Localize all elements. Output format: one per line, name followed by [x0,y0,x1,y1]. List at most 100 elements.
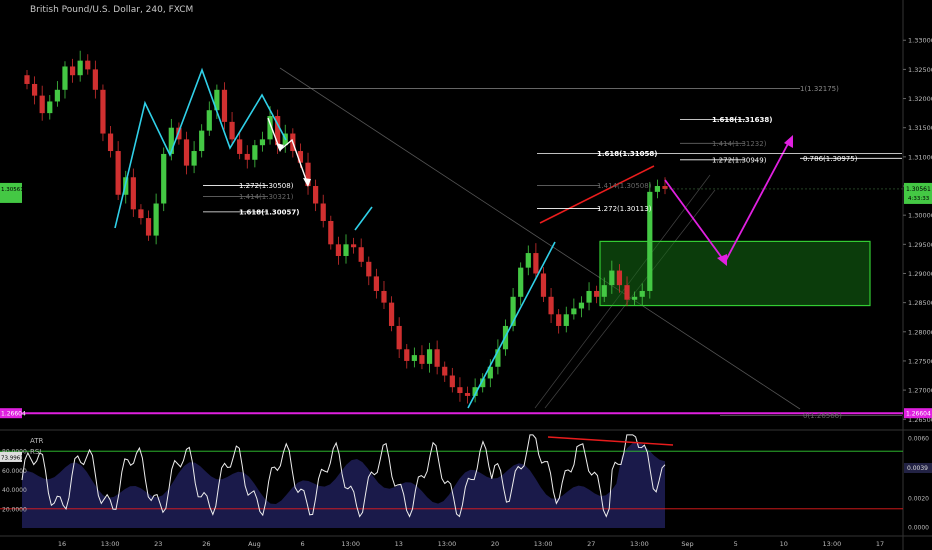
fib-level-label: 0.786(1.30975) [803,155,858,163]
atr-tick-label: 0.0020 [908,496,929,503]
time-tick-label: 13:00 [534,540,553,548]
price-tick-label: 1.27000 [908,387,932,395]
time-tick-label: 13:00 [438,540,457,548]
price-tick-label: 1.32500 [908,66,932,74]
candle-body [449,375,455,388]
candle-body [594,290,600,297]
candle-body [373,276,379,291]
fib-level-label: 1.618(1.30057) [239,208,299,216]
candle-body [586,290,592,303]
candle-body [320,203,326,221]
atr-tick-label: 0.0000 [908,525,929,532]
time-tick-label: 13:00 [101,540,120,548]
candle-body [366,261,372,277]
candle-body [563,314,569,326]
fib-level-label: 1.414(1.30321) [239,193,294,201]
price-tick-label: 1.33000 [908,37,932,45]
candle-body [396,325,402,350]
candle-body [616,270,623,286]
time-tick-label: 23 [154,540,162,548]
candle-body [47,101,53,114]
candle-body [609,270,615,286]
rsi-value-label: 73.9961 [1,455,24,461]
fib-level-label: 1.414(1.30508) [597,182,652,190]
candle-body [237,139,243,154]
candle-body [259,139,266,146]
candle-body [578,302,585,309]
candle-body [69,66,76,76]
candle-body [457,387,463,394]
candle-body [221,89,228,122]
candle-body [533,253,539,274]
candle-body [77,60,83,76]
price-tick-label: 1.32000 [908,95,932,103]
rsi-tick-label: 60.0000 [2,468,27,475]
time-tick-label: 17 [876,540,884,548]
candle-body [252,145,258,160]
candle-body [343,244,349,256]
candle-body [153,203,159,236]
candle-body [654,186,661,192]
fib-level-label: 0(1.26566) [803,412,842,420]
candle-body [381,290,387,303]
candle-body [24,75,30,84]
price-tick-label: 1.29000 [908,270,932,278]
price-tick-label: 1.28000 [908,328,932,336]
chart-canvas[interactable]: 1.33000 1.32500 1.32000 1.31500 1.31000 1.305… [0,0,932,550]
candle-body [39,95,45,114]
candle-body [518,267,524,297]
candle-body [54,89,60,102]
time-tick-label: 13 [395,540,403,548]
candle-body [85,60,91,70]
candle-body [442,366,448,376]
candle-body [100,89,106,134]
candle-body [92,69,98,90]
candle-body [426,349,433,364]
atr-label: ATR [30,437,44,445]
fib-level-label: 1.272(1.30508) [239,182,294,190]
candle-body [358,247,364,262]
candle-body [639,290,645,297]
candle-body [404,349,410,361]
time-tick-label: 10 [780,540,788,548]
time-tick-label: 5 [734,540,738,548]
atr-tick-label: 0.0060 [908,436,929,443]
fib-level-label: 1.414(1.31232) [712,140,767,148]
rsi-tick-label: 40.0000 [2,487,27,494]
candle-body [525,253,531,268]
support-label: 1.26604 [1,411,26,418]
candle-body [31,83,38,96]
rsi-label: RSI [30,448,41,456]
candle-body [183,139,190,166]
time-tick-label: 20 [491,540,499,548]
fib-level-label: 1.272(1.30113) [597,205,652,213]
fib-level-label: 1(1.32175) [800,85,839,93]
price-tick-label: 1.31500 [908,124,932,132]
candle-body [199,130,205,152]
time-tick-label: Aug [248,540,261,548]
candle-body [138,209,144,219]
candle-body [571,308,577,315]
candle-body [62,66,68,90]
candle-body [434,349,440,367]
candle-body [419,355,425,364]
time-tick-label: Sep [681,540,693,548]
candle-body [191,151,197,166]
candle-body [662,186,668,189]
candle-body [130,177,136,210]
price-tick-label: 1.30000 [908,212,932,220]
atr-value-label: 0.0039 [907,465,928,472]
candle-body [388,302,395,326]
candle-body [335,244,342,256]
time-tick-label: 13:00 [630,540,649,548]
rsi-tick-label: 20.0000 [2,506,27,513]
candle-body [624,285,630,300]
time-tick-label: 27 [587,540,595,548]
support-label-right: 1.26604 [906,411,931,418]
candle-body [632,296,638,300]
fib-level-label: 1.618(1.31638) [712,116,772,124]
fib-level-label: 1.272(1.30949) [712,156,767,164]
candle-body [411,355,417,361]
candle-body [540,273,547,297]
price-tick-label: 1.28500 [908,299,932,307]
